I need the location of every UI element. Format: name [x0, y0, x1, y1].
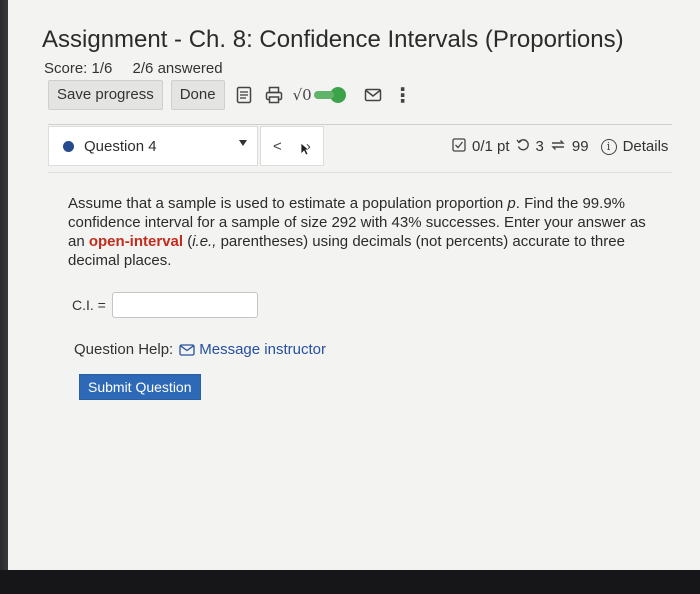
math-toggle-icon[interactable]: √0	[293, 86, 346, 104]
info-icon[interactable]: i	[600, 138, 617, 155]
submit-question-button[interactable]: Submit Question	[79, 374, 201, 400]
question-select[interactable]: Question 4	[48, 126, 258, 166]
page-title: Assignment - Ch. 8: Confidence Intervals…	[42, 26, 624, 53]
more-icon[interactable]: ⋮	[392, 84, 414, 107]
points-text: 0/1 pt	[472, 138, 510, 155]
score-check-icon	[452, 138, 466, 155]
score-text: Score: 1/6	[44, 60, 113, 77]
cursor-icon	[300, 141, 310, 156]
save-progress-button[interactable]: Save progress	[48, 80, 163, 110]
ie-text: i.e.,	[192, 233, 217, 250]
retries-text: 3	[535, 138, 544, 155]
device-bezel-bottom	[0, 570, 700, 594]
message-instructor-link[interactable]: Message instructor	[179, 341, 326, 358]
score-line: Score: 1/6 2/6 answered	[44, 60, 239, 77]
retry-icon	[515, 138, 530, 155]
done-button[interactable]: Done	[170, 80, 225, 110]
document-icon[interactable]	[233, 84, 255, 106]
assignment-toolbar: Save progress Done √0 ⋮	[48, 80, 414, 110]
question-select-label: Question 4	[84, 137, 157, 155]
answer-row: C.I. =	[72, 292, 258, 318]
toggle-track	[313, 91, 334, 99]
ci-answer-input[interactable]	[111, 292, 258, 318]
details-link[interactable]: Details	[623, 138, 669, 155]
question-text-part1: Assume that a sample is used to estimate…	[68, 195, 508, 212]
attempts-icon	[550, 138, 566, 155]
ci-label: C.I. =	[72, 297, 106, 313]
header-divider	[48, 124, 672, 125]
question-help-label: Question Help:	[74, 341, 174, 358]
mail-icon[interactable]	[362, 84, 384, 106]
prev-question-button[interactable]: <	[273, 138, 282, 155]
question-meta: 0/1 pt 3 99 i Details	[452, 138, 668, 155]
chevron-down-icon	[239, 140, 247, 146]
question-divider	[48, 172, 672, 173]
sqrt-glyph: √0	[292, 86, 312, 104]
message-instructor-label: Message instructor	[199, 341, 326, 358]
print-icon[interactable]	[263, 84, 285, 106]
question-status-dot	[63, 140, 74, 152]
browser-screen: Assignment - Ch. 8: Confidence Intervals…	[8, 0, 700, 570]
question-nav-box: < ›	[260, 126, 324, 166]
attempts-text: 99	[571, 138, 589, 155]
variable-p: p	[507, 195, 516, 212]
open-interval-highlight: open-interval	[88, 233, 184, 250]
question-help: Question Help: Message instructor	[74, 341, 326, 358]
question-text: Assume that a sample is used to estimate…	[68, 194, 648, 270]
question-text-part3: (	[183, 233, 193, 250]
answered-text: 2/6 answered	[132, 60, 223, 77]
mail-icon	[179, 343, 195, 356]
device-bezel-left	[0, 0, 8, 594]
next-question-button[interactable]: ›	[300, 138, 311, 156]
